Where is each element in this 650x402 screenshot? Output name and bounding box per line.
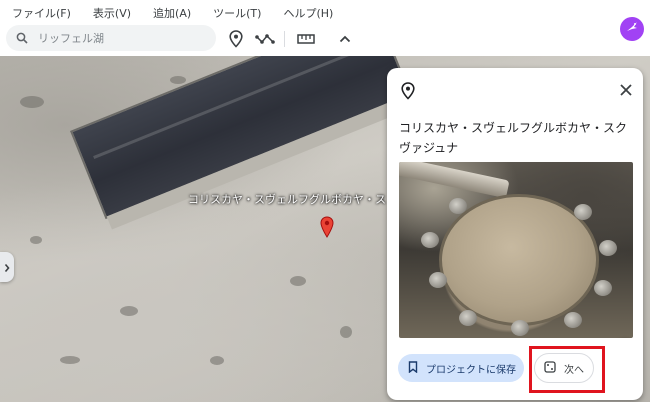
photo-bolt — [599, 240, 617, 256]
toolbar — [0, 22, 650, 56]
photo-bolt — [594, 280, 612, 296]
menu-add[interactable]: 追加(A) — [153, 5, 191, 21]
place-title: コリスカヤ・スヴェルフグルボカヤ・スクヴァジュナ — [399, 121, 628, 155]
highlight-box — [529, 346, 605, 393]
menu-help[interactable]: ヘルプ(H) — [283, 5, 333, 21]
photo-bolt — [429, 272, 447, 288]
side-panel-toggle[interactable] — [0, 252, 14, 282]
photo-pipe — [399, 162, 510, 199]
chevron-up-icon[interactable] — [334, 28, 356, 50]
roof-ridge — [93, 56, 382, 159]
menu-view[interactable]: 表示(V) — [93, 5, 131, 21]
map-pin-icon[interactable] — [320, 216, 334, 242]
menu-file[interactable]: ファイル(F) — [12, 5, 71, 21]
terrain-mark — [20, 96, 44, 108]
save-to-project-label: プロジェクトに保存 — [426, 364, 516, 376]
map-place-label[interactable]: コリスカヤ・スヴェルフグルボカヤ・ス — [188, 191, 386, 207]
photo-bolt — [421, 232, 439, 248]
search-box[interactable] — [6, 25, 216, 51]
terrain-mark — [30, 236, 42, 244]
chevron-right-icon — [4, 258, 10, 277]
menu-tools[interactable]: ツール(T) — [213, 5, 261, 21]
search-icon — [16, 29, 28, 48]
terrain-mark — [170, 76, 186, 84]
photo-bolt — [459, 310, 477, 326]
hummingbird-icon — [624, 19, 640, 39]
place-mark-icon[interactable] — [225, 28, 247, 50]
search-input[interactable] — [38, 31, 188, 45]
photo-bolt — [511, 320, 529, 336]
terrain-mark — [120, 306, 138, 316]
photo-bolt — [564, 312, 582, 328]
terrain-mark — [340, 326, 352, 338]
close-icon[interactable] — [619, 82, 633, 101]
place-pin-icon — [401, 82, 415, 104]
terrain-mark — [290, 276, 306, 286]
ruler-icon[interactable] — [295, 28, 317, 50]
terrain-mark — [210, 356, 224, 365]
bookmark-icon — [408, 360, 418, 376]
place-photo[interactable] — [399, 162, 633, 338]
terrain-mark — [60, 356, 80, 364]
toolbar-divider — [284, 31, 285, 47]
path-icon[interactable] — [254, 28, 276, 50]
photo-bolt — [574, 204, 592, 220]
avatar[interactable] — [620, 17, 644, 41]
photo-bolt — [449, 198, 467, 214]
building-wall — [106, 92, 418, 230]
save-to-project-button[interactable]: プロジェクトに保存 — [398, 354, 524, 382]
